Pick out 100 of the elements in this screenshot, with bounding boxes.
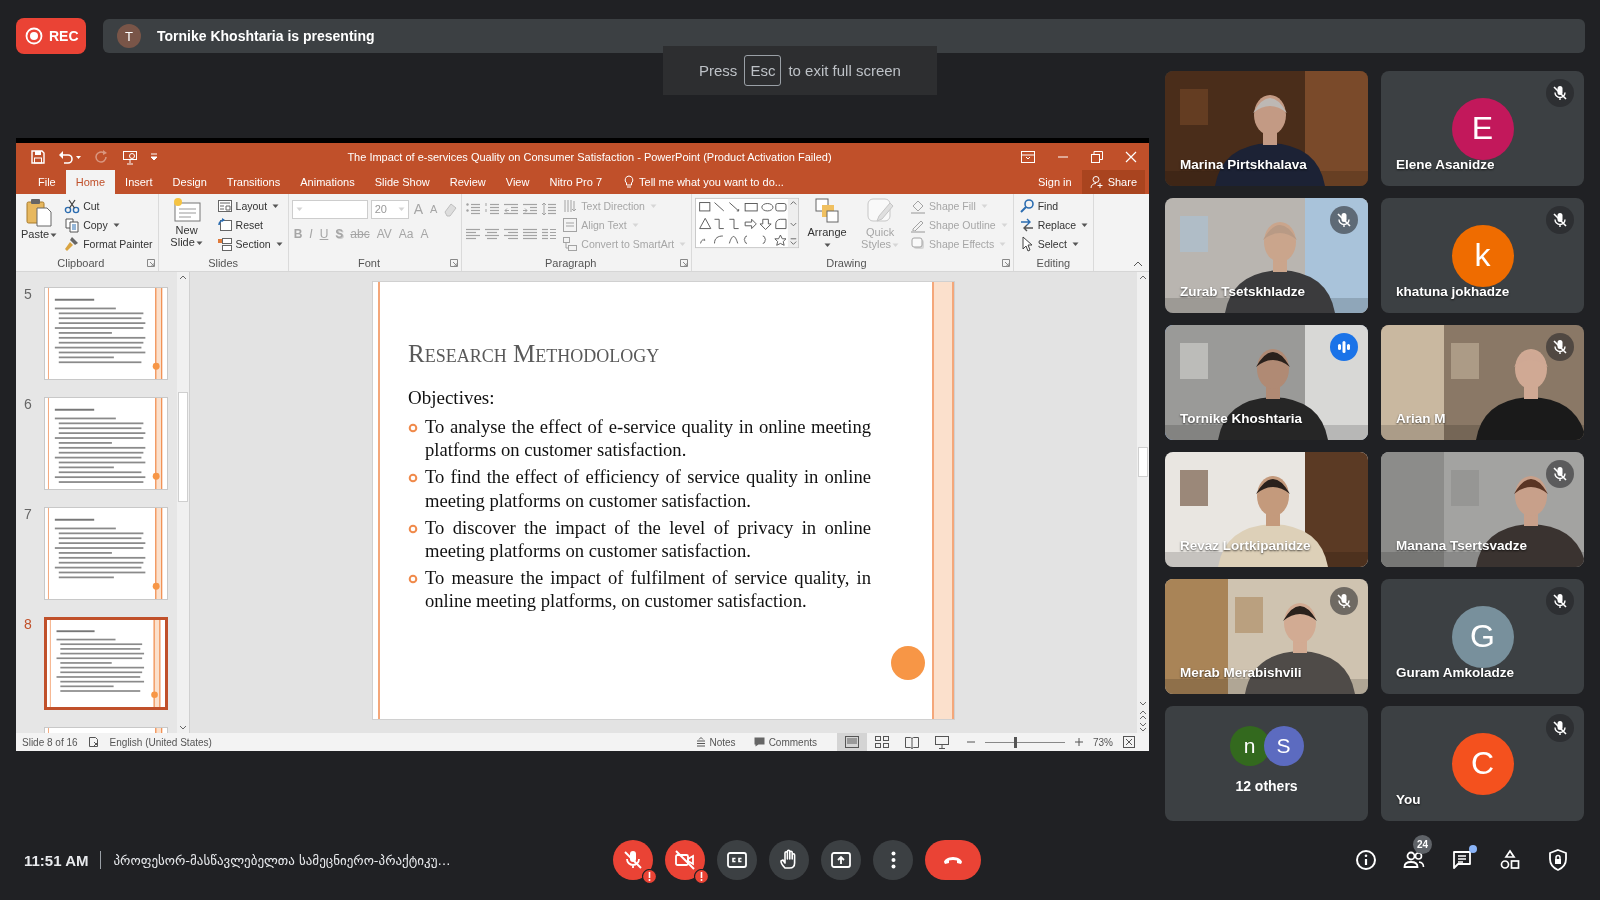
participant-tile[interactable]: G Guram Amkoladze <box>1381 579 1584 694</box>
shapes-icon[interactable] <box>1498 848 1522 872</box>
participant-tile[interactable]: Manana Tsertsvadze <box>1381 452 1584 567</box>
shield-lock-icon[interactable] <box>1546 848 1570 872</box>
participant-tile[interactable]: Tornike Khoshtaria <box>1165 325 1368 440</box>
sign-in-link[interactable]: Sign in <box>1028 170 1082 194</box>
view-button[interactable] <box>837 733 867 751</box>
participant-tile[interactable]: n S 12 others <box>1165 706 1368 821</box>
bullet-icon <box>408 473 418 484</box>
fit-slide-icon[interactable] <box>1123 736 1135 748</box>
slide-thumbnail[interactable] <box>44 397 168 490</box>
ribbon-display-icon[interactable] <box>1021 150 1035 163</box>
presenter-icon[interactable] <box>122 148 138 165</box>
dialog-launcher-icon[interactable] <box>680 259 689 267</box>
avatar: k <box>1451 224 1514 287</box>
language-label[interactable]: English (United States) <box>109 736 212 748</box>
participant-tile[interactable]: Marina Pirtskhalava <box>1165 71 1368 186</box>
reset-icon <box>216 217 233 233</box>
zoom-thumb[interactable] <box>1013 736 1017 748</box>
previous-slide-icon[interactable] <box>1138 709 1148 721</box>
close-icon[interactable] <box>1125 150 1137 163</box>
spell-check-icon[interactable] <box>87 736 100 748</box>
participant-name: Guram Amkoladze <box>1396 665 1515 680</box>
restore-icon[interactable] <box>1091 150 1103 163</box>
customize-icon[interactable] <box>150 152 158 161</box>
layout-icon <box>216 198 233 214</box>
ribbon-tab[interactable]: Home <box>65 170 116 194</box>
ribbon-tab[interactable]: Transitions <box>216 170 291 194</box>
search-icon <box>1018 198 1035 214</box>
camera-off-icon <box>673 848 697 872</box>
comment-icon <box>753 737 765 747</box>
group-label: Font <box>356 257 381 269</box>
leave-call-button[interactable] <box>925 840 981 880</box>
collapse-ribbon-icon[interactable] <box>1133 261 1143 267</box>
dialog-launcher-icon[interactable] <box>1001 259 1010 267</box>
participant-name: khatuna jokhadze <box>1396 284 1510 299</box>
scrollbar-thumb[interactable] <box>178 392 188 502</box>
group-label: Editing <box>1035 257 1072 269</box>
participant-tile[interactable]: k khatuna jokhadze <box>1381 198 1584 313</box>
group-label: Drawing <box>825 257 868 269</box>
ribbon-tab[interactable]: File <box>28 170 66 194</box>
ribbon-button[interactable]: Select <box>1016 235 1091 253</box>
recording-button[interactable]: REC <box>16 18 86 54</box>
info-icon[interactable] <box>1354 848 1378 872</box>
clock-time: 11:51 AM <box>24 851 89 869</box>
ribbon-button[interactable]: Replace <box>1016 216 1091 234</box>
avatar: T <box>117 24 141 48</box>
arrange-icon[interactable] <box>814 197 841 225</box>
present-button[interactable] <box>821 840 861 880</box>
comments-button[interactable]: Comments <box>749 736 821 748</box>
captions-button[interactable] <box>717 840 757 880</box>
zoom-level[interactable]: 73% <box>1093 736 1113 748</box>
shapes-gallery[interactable] <box>695 197 800 249</box>
save-icon[interactable] <box>30 148 46 165</box>
tell-me-field[interactable]: Tell me what you want to do... <box>639 176 784 188</box>
bullet-icon <box>408 523 418 534</box>
slide-thumbnail[interactable] <box>44 507 168 600</box>
phone-icon <box>944 856 962 864</box>
ribbon-button[interactable]: Arrange <box>802 197 853 250</box>
ribbon-button[interactable]: Format Painter <box>62 235 155 253</box>
slide-number: 6 <box>24 397 33 414</box>
participant-tile[interactable]: C You <box>1381 706 1584 821</box>
ribbon-tab[interactable]: Animations <box>290 170 365 194</box>
ribbon-button[interactable]: Layout <box>214 197 285 215</box>
ribbon-button[interactable]: Find <box>1016 197 1091 215</box>
scrollbar-thumb[interactable] <box>1138 447 1148 477</box>
ribbon-button[interactable]: Section <box>214 235 285 253</box>
raise-hand-button[interactable] <box>769 840 809 880</box>
dialog-launcher-icon[interactable] <box>146 259 155 267</box>
participant-tile[interactable]: E Elene Asanidze <box>1381 71 1584 186</box>
slide-thumbnail[interactable] <box>44 287 168 380</box>
more-options-button[interactable] <box>873 840 913 880</box>
zoom-in-icon[interactable] <box>1075 738 1083 746</box>
ribbon-button[interactable]: Paste <box>19 197 60 240</box>
ribbon-button[interactable]: New Slide <box>161 197 212 248</box>
normal-view-icon <box>844 734 860 750</box>
ribbon-button[interactable]: Copy <box>62 216 155 234</box>
ribbon-tab[interactable]: Design <box>162 170 217 194</box>
ribbon-button[interactable]: Reset <box>214 216 285 234</box>
ribbon-tab[interactable]: Insert <box>115 170 163 194</box>
ribbon-tab[interactable]: Nitro Pro 7 <box>539 170 612 194</box>
avatar: C <box>1451 732 1514 795</box>
ribbon-tab[interactable]: Slide Show <box>364 170 440 194</box>
slide-number: 5 <box>24 287 33 304</box>
bullet-icon <box>408 423 418 433</box>
clipboard-icon[interactable] <box>25 197 54 227</box>
group-label: Paragraph <box>544 257 598 269</box>
avatar: G <box>1451 605 1514 668</box>
ribbon-tab[interactable]: View <box>495 170 540 194</box>
slide-thumbnail[interactable] <box>44 617 168 710</box>
dialog-launcher-icon[interactable] <box>450 259 459 267</box>
chat-icon[interactable] <box>1450 848 1474 872</box>
record-icon <box>25 27 43 45</box>
ribbon-button[interactable]: Cut <box>62 197 155 215</box>
section-icon <box>216 236 233 252</box>
share-button[interactable]: Share <box>1081 170 1145 194</box>
ribbon-tab[interactable]: Review <box>439 170 496 194</box>
notes-icon <box>695 737 706 747</box>
next-slide-icon[interactable] <box>1138 721 1148 733</box>
notes-button[interactable]: Notes <box>691 736 740 748</box>
